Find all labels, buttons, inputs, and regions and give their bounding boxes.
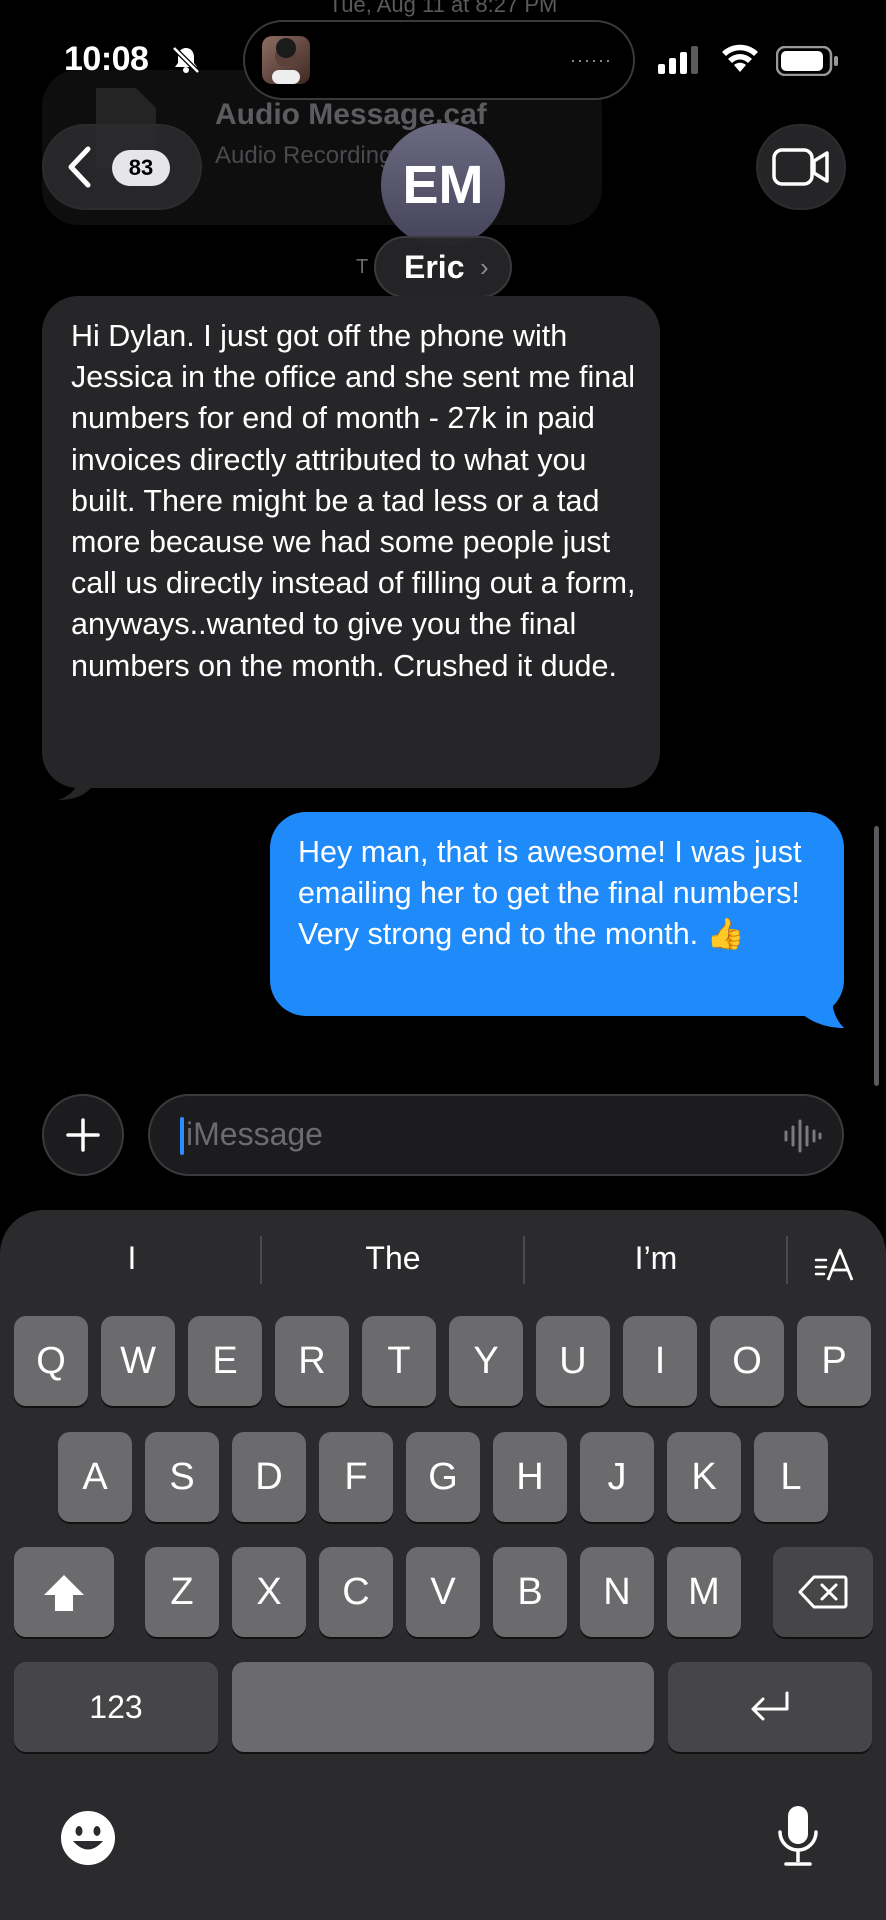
- key-o[interactable]: O: [710, 1316, 784, 1406]
- key-g[interactable]: G: [406, 1432, 480, 1522]
- scrollbar[interactable]: [874, 826, 879, 1086]
- cellular-signal-icon: [658, 46, 698, 74]
- key-h[interactable]: H: [493, 1432, 567, 1522]
- waveform-icon[interactable]: [782, 1118, 822, 1154]
- key-x[interactable]: X: [232, 1547, 306, 1637]
- incoming-message-text: Hi Dylan. I just got off the phone with …: [71, 319, 636, 683]
- key-t[interactable]: T: [362, 1316, 436, 1406]
- shift-arrow-icon: [44, 1575, 84, 1611]
- microphone-icon[interactable]: [776, 1804, 820, 1870]
- chevron-left-icon: [68, 146, 91, 188]
- key-b[interactable]: B: [493, 1547, 567, 1637]
- status-time: 10:08: [64, 40, 149, 78]
- numbers-key[interactable]: 123: [14, 1662, 218, 1752]
- contact-avatar[interactable]: EM: [381, 123, 505, 247]
- key-w[interactable]: W: [101, 1316, 175, 1406]
- emoji-icon[interactable]: [58, 1808, 118, 1868]
- suggestion-1[interactable]: I: [2, 1240, 262, 1277]
- key-v[interactable]: V: [406, 1547, 480, 1637]
- delete-key[interactable]: [773, 1547, 873, 1637]
- key-y[interactable]: Y: [449, 1316, 523, 1406]
- key-n[interactable]: N: [580, 1547, 654, 1637]
- unread-count-badge: 83: [112, 150, 170, 186]
- key-l[interactable]: L: [754, 1432, 828, 1522]
- suggestion-3[interactable]: I’m: [526, 1240, 786, 1277]
- key-q[interactable]: Q: [14, 1316, 88, 1406]
- date-header: Tue, Aug 11 at 8:27 PM: [328, 0, 558, 17]
- outgoing-message-text: Hey man, that is awesome! I was just ema…: [298, 835, 802, 952]
- shift-key[interactable]: [14, 1547, 114, 1637]
- key-s[interactable]: S: [145, 1432, 219, 1522]
- suggestion-2[interactable]: The: [263, 1240, 523, 1277]
- key-a[interactable]: A: [58, 1432, 132, 1522]
- now-playing-thumbnail: [262, 36, 310, 84]
- key-e[interactable]: E: [188, 1316, 262, 1406]
- battery-icon: [776, 46, 838, 76]
- key-m[interactable]: M: [667, 1547, 741, 1637]
- plus-icon: [66, 1118, 100, 1152]
- island-activity-dots: ······: [570, 50, 612, 70]
- key-i[interactable]: I: [623, 1316, 697, 1406]
- bubble-tail: [796, 996, 844, 1028]
- bell-slash-icon: [172, 46, 200, 74]
- message-placeholder: iMessage: [186, 1116, 323, 1152]
- suggestion-divider: [523, 1236, 525, 1284]
- text-caret: [180, 1117, 184, 1155]
- key-k[interactable]: K: [667, 1432, 741, 1522]
- key-d[interactable]: D: [232, 1432, 306, 1522]
- bubble-tail: [58, 766, 92, 800]
- key-r[interactable]: R: [275, 1316, 349, 1406]
- return-key[interactable]: [668, 1662, 872, 1752]
- key-u[interactable]: U: [536, 1316, 610, 1406]
- key-f[interactable]: F: [319, 1432, 393, 1522]
- video-camera-icon: [772, 148, 829, 186]
- text-format-icon[interactable]: [814, 1248, 858, 1282]
- suggestion-divider: [260, 1236, 262, 1284]
- contact-name: Eric: [404, 249, 465, 285]
- space-bar[interactable]: [232, 1662, 654, 1752]
- key-c[interactable]: C: [319, 1547, 393, 1637]
- key-p[interactable]: P: [797, 1316, 871, 1406]
- chevron-right-icon: ›: [480, 252, 489, 282]
- key-z[interactable]: Z: [145, 1547, 219, 1637]
- suggestion-divider: [786, 1236, 788, 1284]
- return-icon: [751, 1691, 789, 1721]
- wifi-icon: [722, 44, 758, 72]
- delete-backspace-icon: [798, 1575, 848, 1609]
- key-j[interactable]: J: [580, 1432, 654, 1522]
